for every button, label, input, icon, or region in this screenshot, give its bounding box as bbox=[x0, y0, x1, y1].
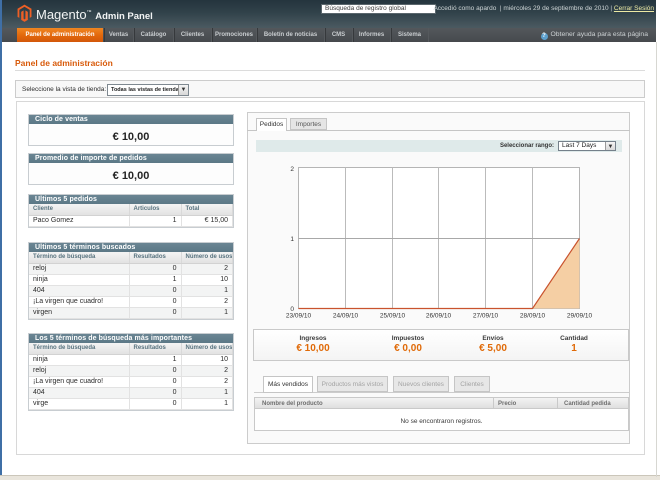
svg-text:2: 2 bbox=[290, 166, 294, 173]
svg-text:27/09/10: 27/09/10 bbox=[473, 313, 499, 320]
svg-text:28/09/10: 28/09/10 bbox=[520, 313, 546, 320]
svg-text:24/09/10: 24/09/10 bbox=[333, 313, 359, 320]
svg-text:25/09/10: 25/09/10 bbox=[380, 313, 406, 320]
svg-text:29/09/10: 29/09/10 bbox=[567, 313, 593, 320]
svg-text:1: 1 bbox=[290, 236, 294, 243]
svg-text:23/09/10: 23/09/10 bbox=[286, 313, 312, 320]
svg-text:26/09/10: 26/09/10 bbox=[426, 313, 452, 320]
